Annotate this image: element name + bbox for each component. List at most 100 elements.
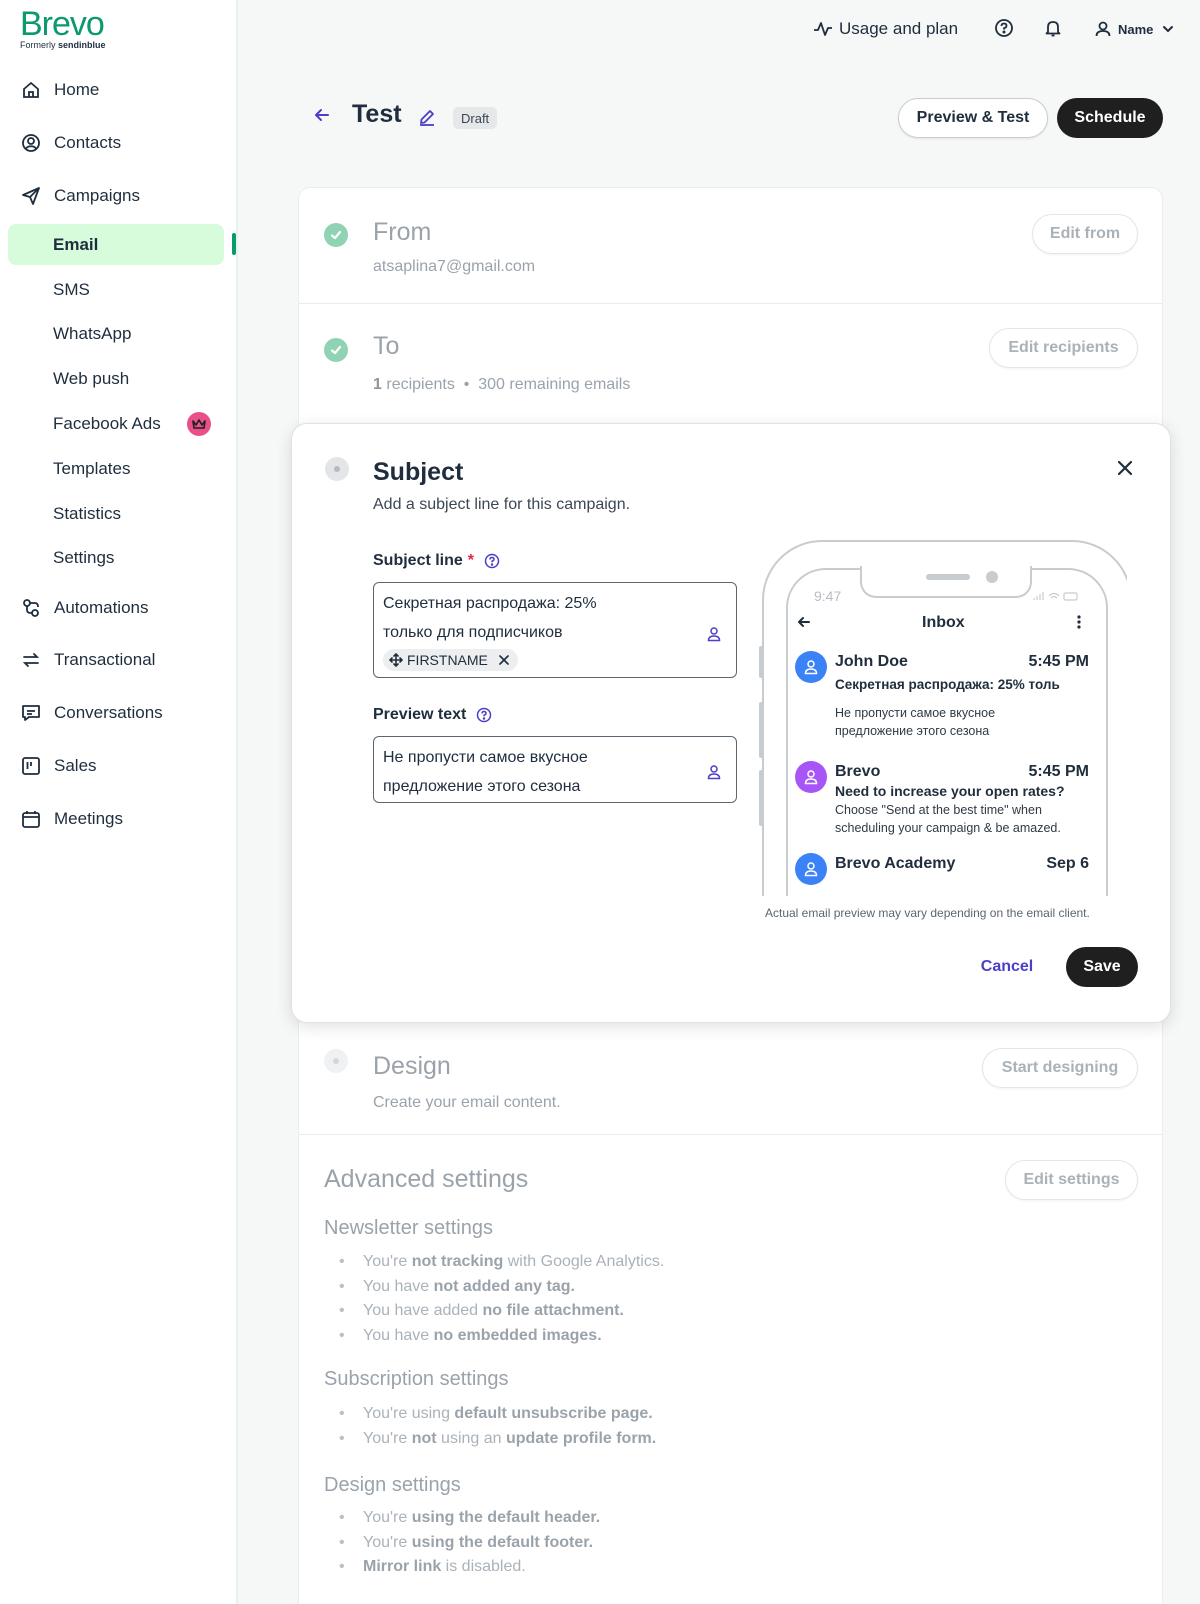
personalization-tag[interactable]: FIRSTNAME <box>383 649 518 671</box>
bell-icon[interactable] <box>1043 18 1063 43</box>
calendar-icon <box>20 808 42 830</box>
user-menu[interactable]: Name <box>1094 16 1175 42</box>
sidebar-subitem-web-push[interactable]: Web push <box>53 365 129 393</box>
save-button[interactable]: Save <box>1066 947 1138 987</box>
sidebar-item-meetings[interactable]: Meetings <box>20 804 123 834</box>
sidebar-item-conversations[interactable]: Conversations <box>20 698 163 728</box>
sidebar-subitem-email[interactable]: Email <box>8 224 224 265</box>
arrow-left-icon <box>796 614 812 635</box>
phone-speaker <box>926 574 970 580</box>
from-title: From <box>373 218 432 246</box>
help-icon[interactable] <box>476 707 492 723</box>
sidebar-subitem-statistics[interactable]: Statistics <box>53 500 121 528</box>
edit-recipients-button[interactable]: Edit recipients <box>989 328 1138 368</box>
list-item: Brevo Academy Sep 6 <box>795 853 1089 896</box>
sidebar-subitem-whatsapp[interactable]: WhatsApp <box>53 320 131 348</box>
personalize-user-icon[interactable] <box>706 623 722 652</box>
check-icon <box>324 223 348 247</box>
to-summary: 1 recipients • 300 remaining emails <box>373 376 631 393</box>
edit-settings-button[interactable]: Edit settings <box>1005 1160 1138 1200</box>
design-settings-heading: Design settings <box>324 1474 461 1496</box>
mail-time: Sep 6 <box>1046 855 1089 872</box>
mail-subject: Секретная распродажа: 25% толь <box>835 677 1060 692</box>
list-item: You have no embedded images. <box>339 1324 664 1349</box>
subject-line-input[interactable]: Секретная распродажа: 25% только для под… <box>373 582 737 678</box>
design-description: Create your email content. <box>373 1094 561 1111</box>
preview-text-input[interactable]: Не пропусти самое вкусное предложение эт… <box>373 736 737 803</box>
preview-text-2: предложение этого сезона <box>383 778 581 795</box>
to-title: To <box>373 332 400 360</box>
to-section: To 1 recipients • 300 remaining emails E… <box>299 304 1162 424</box>
edit-from-button[interactable]: Edit from <box>1032 214 1138 254</box>
sidebar-subitem-templates[interactable]: Templates <box>53 455 130 483</box>
design-title: Design <box>373 1052 451 1080</box>
contacts-icon <box>20 132 42 154</box>
list-item: You're not using an update profile form. <box>339 1427 656 1452</box>
sidebar-item-contacts[interactable]: Contacts <box>20 128 121 158</box>
sidebar-subitem-sms[interactable]: SMS <box>53 276 90 304</box>
close-icon[interactable] <box>1115 458 1135 483</box>
list-item: John Doe 5:45 PM Секретная распродажа: 2… <box>795 651 1089 751</box>
help-icon[interactable] <box>484 553 500 569</box>
remove-tag-icon[interactable] <box>498 654 510 666</box>
mail-subject: Need to increase your open rates? <box>835 783 1065 799</box>
phone-preview: 9:47 Inbox John Doe 5:45 PM Секретная ра… <box>762 540 1127 896</box>
design-section: Design Create your email content. Start … <box>299 1024 1162 1135</box>
sidebar-item-label: Meetings <box>54 809 123 828</box>
preview-test-button[interactable]: Preview & Test <box>898 98 1048 138</box>
preview-text-1: Не пропусти самое вкусное <box>383 749 588 766</box>
newsletter-settings-heading: Newsletter settings <box>324 1217 493 1239</box>
sidebar-item-label: Campaigns <box>54 186 140 205</box>
personalize-user-icon[interactable] <box>706 761 722 790</box>
avatar <box>795 761 827 793</box>
mail-time: 5:45 PM <box>1028 763 1089 780</box>
avatar <box>795 853 827 885</box>
pending-dot-icon <box>324 1049 348 1073</box>
list-item: Mirror link is disabled. <box>339 1555 600 1580</box>
sidebar-item-sales[interactable]: Sales <box>20 751 97 781</box>
advanced-settings-title: Advanced settings <box>324 1165 529 1193</box>
subject-title: Subject <box>373 458 464 486</box>
sidebar-item-label: Conversations <box>54 703 163 722</box>
phone-inbox-title: Inbox <box>922 614 965 631</box>
sidebar: Brevo Formerly sendinblue Home Contacts … <box>0 0 238 1604</box>
phone-time: 9:47 <box>814 588 842 604</box>
usage-and-plan-link[interactable]: Usage and plan <box>813 16 958 42</box>
help-icon[interactable] <box>994 18 1014 43</box>
mail-body: Не пропусти самое вкусное предложение это… <box>835 706 996 738</box>
crown-icon <box>187 412 211 436</box>
mail-time: 5:45 PM <box>1028 653 1089 670</box>
list-item: You're using default unsubscribe page. <box>339 1402 656 1427</box>
newsletter-settings-list: You're not tracking with Google Analytic… <box>339 1250 664 1348</box>
home-icon <box>20 79 42 101</box>
brevo-logo[interactable]: Brevo Formerly sendinblue <box>20 6 106 50</box>
back-arrow-icon[interactable] <box>313 106 331 129</box>
subject-panel: Subject Add a subject line for this camp… <box>291 423 1171 1023</box>
subject-line-text-1: Секретная распродажа: 25% <box>383 595 597 612</box>
list-item: You have added no file attachment. <box>339 1299 664 1324</box>
sidebar-item-automations[interactable]: Automations <box>20 593 149 623</box>
avatar <box>795 651 827 683</box>
sidebar-item-transactional[interactable]: Transactional <box>20 645 155 675</box>
sidebar-item-label: Home <box>54 80 100 99</box>
design-settings-list: You're using the default header. You're … <box>339 1506 600 1580</box>
preview-text-label: Preview text <box>373 706 492 724</box>
sidebar-subitem-facebook-ads[interactable]: Facebook Ads <box>53 410 161 438</box>
logo-wordmark: Brevo <box>20 5 105 43</box>
subject-line-text-2: только для подписчиков <box>383 624 563 641</box>
automation-icon <box>20 597 42 619</box>
schedule-button[interactable]: Schedule <box>1057 98 1163 138</box>
sidebar-item-campaigns[interactable]: Campaigns <box>20 181 140 211</box>
sidebar-item-home[interactable]: Home <box>20 75 99 105</box>
start-designing-button[interactable]: Start designing <box>982 1048 1138 1088</box>
subject-description: Add a subject line for this campaign. <box>373 496 631 513</box>
from-section: From atsaplina7@gmail.com Edit from <box>299 188 1162 304</box>
pencil-icon[interactable] <box>418 108 436 131</box>
list-item: You're not tracking with Google Analytic… <box>339 1250 664 1275</box>
phone-notch <box>860 566 1032 598</box>
list-item: You're using the default header. <box>339 1506 600 1531</box>
move-icon <box>389 653 403 667</box>
sidebar-subitem-settings[interactable]: Settings <box>53 544 114 572</box>
cancel-button[interactable]: Cancel <box>972 947 1042 987</box>
top-bar: Usage and plan Name <box>240 0 1200 58</box>
